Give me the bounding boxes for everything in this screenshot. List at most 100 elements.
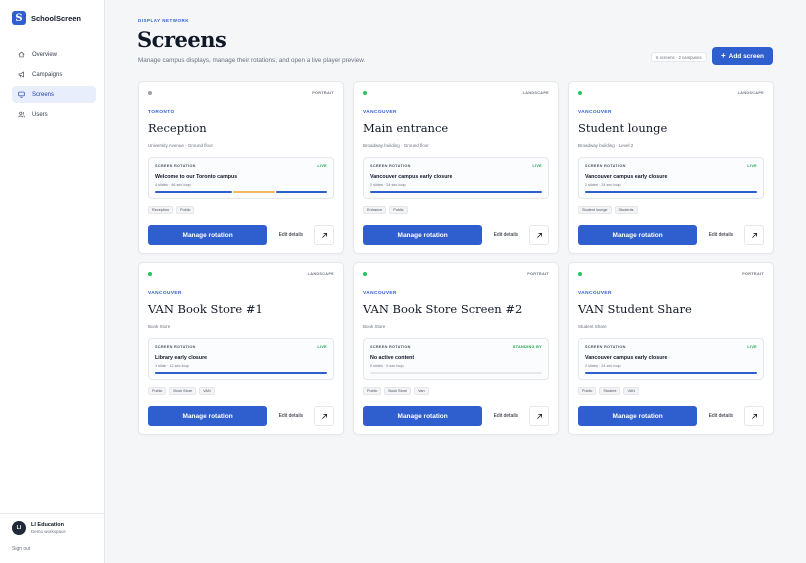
rotation-segment [232,191,275,193]
brand-name: SchoolScreen [31,13,82,23]
sidebar-item-overview[interactable]: Overview [12,46,96,63]
rotation-title: No active content [370,355,415,361]
screen-count-badge: 6 screens · 2 campuses [651,52,707,62]
rotation-title: Vancouver campus early closure [585,355,668,361]
sidebar-item-label: Screens [32,91,55,98]
add-screen-button[interactable]: + Add screen [712,47,773,65]
campus-label: VANCOUVER [578,110,612,115]
manage-rotation-button[interactable]: Manage rotation [148,406,268,426]
plus-icon: + [720,51,726,60]
screen-location: Book Store [363,324,386,329]
edit-details-button[interactable]: Edit details [486,406,526,426]
screen-name: VAN Student Share [578,302,692,316]
users-icon [18,111,25,118]
rotation-status-badge: LIVE [747,345,757,349]
external-link-icon [536,232,542,238]
screens-grid: PORTRAIT TORONTO Reception University Av… [138,81,774,435]
screen-location: Book Store [148,324,171,329]
rotation-segment [585,191,757,193]
app-shell: S SchoolScreen Overview Campaigns Screen… [0,0,806,563]
manage-rotation-button[interactable]: Manage rotation [148,225,268,245]
screen-location: Broadway building · Level 2 [578,143,634,148]
page-eyebrow: DISPLAY NETWORK [138,18,190,23]
account-card[interactable]: LI LI Education Demo workspace [12,521,66,535]
external-link-icon [751,413,757,419]
screen-name: VAN Book Store Screen #2 [363,302,523,316]
rotation-status-badge: LIVE [317,345,327,349]
manage-rotation-button[interactable]: Manage rotation [363,225,483,245]
sidebar: S SchoolScreen Overview Campaigns Screen… [0,0,105,563]
tag: Book Store [169,387,197,395]
open-preview-button[interactable] [314,225,334,245]
open-preview-button[interactable] [529,225,549,245]
account-subtitle: Demo workspace [31,529,66,534]
rotation-progress [585,191,757,193]
orientation-label: PORTRAIT [312,91,334,95]
tag: Students [614,206,638,214]
screen-card: PORTRAIT VANCOUVER VAN Book Store Screen… [353,262,559,435]
tag: Public [363,387,382,395]
manage-rotation-button[interactable]: Manage rotation [578,225,698,245]
tag-list: Reception Public [148,206,195,214]
manage-rotation-button[interactable]: Manage rotation [363,406,483,426]
campus-label: VANCOUVER [148,291,182,296]
edit-details-button[interactable]: Edit details [271,225,311,245]
tag: Student lounge [578,206,612,214]
rotation-panel: SCREEN ROTATION LIVE Vancouver campus ea… [578,157,764,199]
rotation-label: SCREEN ROTATION [370,164,411,168]
sidebar-item-users[interactable]: Users [12,106,96,123]
orientation-label: LANDSCAPE [307,272,334,276]
edit-details-button[interactable]: Edit details [486,225,526,245]
open-preview-button[interactable] [744,406,764,426]
manage-rotation-button[interactable]: Manage rotation [578,406,698,426]
brand[interactable]: S SchoolScreen [12,11,81,25]
rotation-title: Library early closure [155,355,208,361]
edit-details-button[interactable]: Edit details [701,406,741,426]
campus-label: TORONTO [148,110,175,115]
tag: VAN [623,387,639,395]
screen-card: LANDSCAPE VANCOUVER Student lounge Broad… [568,81,774,254]
rotation-status-badge: LIVE [317,164,327,168]
rotation-label: SCREEN ROTATION [585,345,626,349]
open-preview-button[interactable] [314,406,334,426]
edit-details-button[interactable]: Edit details [271,406,311,426]
sidebar-item-campaigns[interactable]: Campaigns [12,66,96,83]
status-dot-icon [148,272,152,276]
sidebar-divider [0,513,104,514]
rotation-label: SCREEN ROTATION [155,345,196,349]
status-dot-icon [148,91,152,95]
tag: Public [578,387,597,395]
rotation-title: Vancouver campus early closure [585,174,668,180]
rotation-status-badge: LIVE [532,164,542,168]
screen-name: Reception [148,121,207,135]
rotation-status-badge: LIVE [747,164,757,168]
open-preview-button[interactable] [529,406,549,426]
rotation-panel: SCREEN ROTATION LIVE Welcome to our Toro… [148,157,334,199]
edit-details-button[interactable]: Edit details [701,225,741,245]
open-preview-button[interactable] [744,225,764,245]
sidebar-item-label: Campaigns [32,71,63,78]
status-dot-icon [363,91,367,95]
campus-label: VANCOUVER [363,291,397,296]
rotation-panel: SCREEN ROTATION LIVE Vancouver campus ea… [578,338,764,380]
orientation-label: LANDSCAPE [737,91,764,95]
rotation-panel: SCREEN ROTATION LIVE Library early closu… [148,338,334,380]
brand-logo-icon: S [12,11,26,25]
rotation-segment [370,372,542,374]
home-icon [18,51,25,58]
screen-location: Broadway building · Ground floor [363,143,429,148]
sidebar-item-screens[interactable]: Screens [12,86,96,103]
rotation-label: SCREEN ROTATION [585,164,626,168]
sign-out-link[interactable]: Sign out [12,546,30,552]
status-dot-icon [578,272,582,276]
orientation-label: LANDSCAPE [522,91,549,95]
tag: Entrance [363,206,387,214]
rotation-segment [155,191,232,193]
avatar: LI [12,521,26,535]
card-actions: Manage rotation Edit details [148,406,334,426]
rotation-meta: 0 slides · 0 sec loop [370,364,404,368]
rotation-segment [585,372,757,374]
rotation-progress [155,372,327,374]
screen-name: Main entrance [363,121,449,135]
rotation-progress [585,372,757,374]
